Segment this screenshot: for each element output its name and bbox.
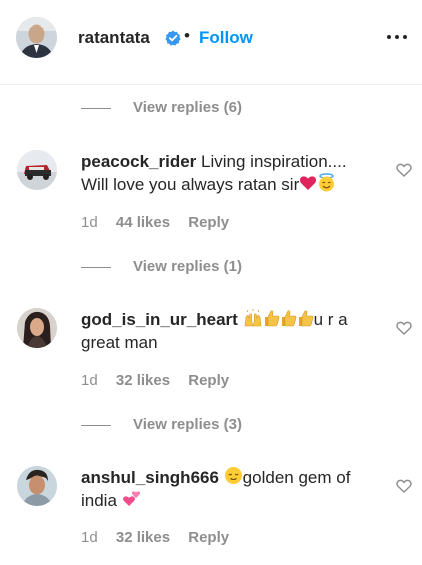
separator-dot: •	[184, 26, 190, 45]
like-heart-icon[interactable]	[396, 162, 412, 178]
likes-count[interactable]: 32 likes	[116, 372, 170, 389]
reply-button[interactable]: Reply	[188, 372, 229, 389]
comment-text: anshul_singh666 golden gem of india	[81, 466, 376, 512]
avatar[interactable]	[17, 150, 57, 190]
thumbs-up-icon	[264, 310, 279, 327]
comment-time: 1d	[81, 214, 98, 231]
comment-meta: 1d 32 likes Reply	[81, 372, 229, 389]
view-replies-label: View replies (1)	[133, 258, 242, 275]
commenter-photo	[17, 308, 57, 348]
verified-badge-icon	[165, 30, 181, 46]
comment-time: 1d	[81, 529, 98, 546]
reply-button[interactable]: Reply	[188, 529, 229, 546]
comment-text: peacock_rider Living inspiration.... Wil…	[81, 150, 376, 196]
comment: god_is_in_ur_heart u r a great man 1d 32…	[0, 308, 422, 433]
comment-text: god_is_in_ur_heart u r a great man	[81, 308, 376, 354]
commenter-photo	[17, 466, 57, 506]
comment-meta: 1d 32 likes Reply	[81, 529, 229, 546]
view-replies-button[interactable]: View replies (3)	[81, 416, 281, 436]
likes-count[interactable]: 44 likes	[116, 214, 170, 231]
relieved-face-icon	[224, 467, 242, 484]
comment: peacock_rider Living inspiration.... Wil…	[0, 150, 422, 275]
post-author-username[interactable]: ratantata	[78, 28, 150, 48]
avatar[interactable]	[16, 17, 57, 58]
post-header: ratantata • Follow	[0, 0, 422, 85]
smiling-face-with-halo-icon	[319, 173, 335, 192]
two-hearts-icon	[122, 491, 140, 506]
more-options-icon[interactable]	[386, 31, 408, 45]
like-heart-icon[interactable]	[396, 478, 412, 494]
reply-thread-line	[81, 108, 111, 109]
follow-button[interactable]: Follow	[199, 28, 253, 48]
avatar[interactable]	[17, 466, 57, 506]
comment: anshul_singh666 golden gem of india 1d 3…	[0, 466, 422, 556]
thumbs-up-icon	[298, 310, 313, 327]
likes-count[interactable]: 32 likes	[116, 529, 170, 546]
raising-hands-icon	[244, 309, 261, 327]
red-heart-icon	[300, 176, 317, 190]
comment-time: 1d	[81, 372, 98, 389]
commenter-photo	[17, 150, 57, 190]
view-replies-button[interactable]: View replies (6)	[81, 99, 281, 119]
profile-photo	[16, 17, 57, 58]
avatar[interactable]	[17, 308, 57, 348]
view-replies-button[interactable]: View replies (1)	[81, 258, 281, 278]
like-heart-icon[interactable]	[396, 320, 412, 336]
view-replies-label: View replies (3)	[133, 416, 242, 433]
comment-meta: 1d 44 likes Reply	[81, 214, 229, 231]
comment-username[interactable]: peacock_rider	[81, 152, 196, 171]
thumbs-up-icon	[281, 310, 296, 327]
comment-username[interactable]: anshul_singh666	[81, 468, 219, 487]
view-replies-label: View replies (6)	[133, 99, 242, 116]
comment-username[interactable]: god_is_in_ur_heart	[81, 310, 238, 329]
reply-button[interactable]: Reply	[188, 214, 229, 231]
reply-thread-line	[81, 425, 111, 426]
reply-thread-line	[81, 267, 111, 268]
